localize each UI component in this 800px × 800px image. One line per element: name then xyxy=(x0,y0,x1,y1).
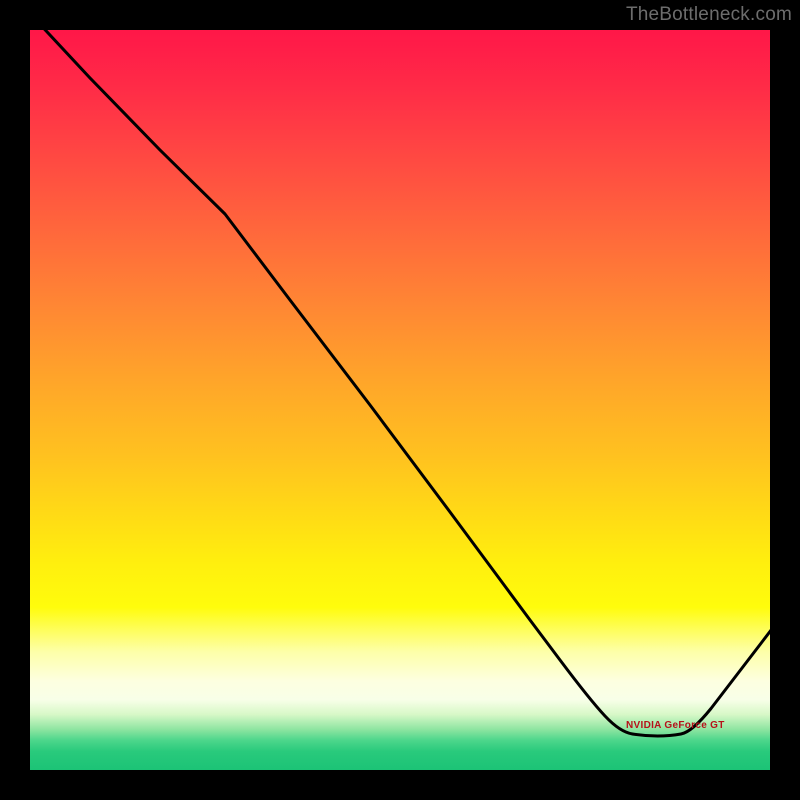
attribution-text: TheBottleneck.com xyxy=(626,4,792,26)
data-line xyxy=(30,30,770,736)
plot-area: NVIDIA GeForce GT xyxy=(30,30,770,770)
line-overlay xyxy=(30,30,770,770)
chart-canvas: TheBottleneck.com NVIDIA GeForce GT xyxy=(0,0,800,800)
dip-label: NVIDIA GeForce GT xyxy=(626,720,725,731)
